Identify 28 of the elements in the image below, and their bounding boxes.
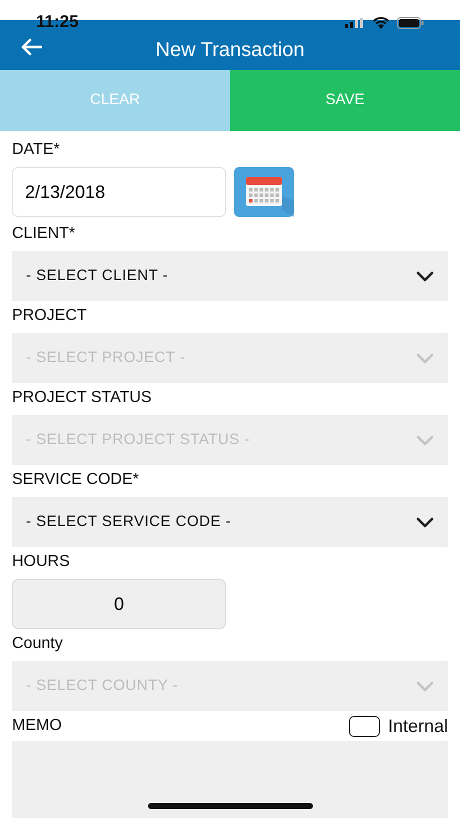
field-label: DATE* [12, 140, 61, 160]
select-field[interactable]: - SELECT SERVICE CODE - [12, 497, 448, 547]
wifi-icon [373, 17, 389, 29]
memo-field[interactable] [12, 741, 448, 818]
chevron-down-icon [416, 434, 434, 446]
select-field[interactable]: - SELECT CLIENT - [12, 251, 448, 301]
screen-title: New Transaction [156, 38, 304, 63]
field-label: County [12, 634, 64, 654]
chevron-down-icon [416, 270, 434, 282]
save-button[interactable]: SAVE [230, 70, 460, 131]
clear-button[interactable]: CLEAR [0, 70, 230, 131]
battery-icon [397, 17, 424, 29]
checkbox[interactable] [348, 716, 380, 736]
back-arrow-icon[interactable] [20, 38, 42, 56]
hours-field[interactable]: 0 [12, 579, 226, 629]
field-label: HOURS [12, 552, 71, 572]
signal-icon [345, 18, 365, 28]
date-field[interactable]: 2/13/2018 [12, 167, 226, 217]
field-label: PROJECT [12, 306, 88, 326]
field-label: MEMO [12, 716, 62, 736]
chevron-down-icon [416, 516, 434, 528]
calendar-button[interactable] [234, 167, 294, 217]
field-label: CLIENT* [12, 224, 76, 244]
checkbox-label: Internal [388, 714, 448, 738]
chevron-down-icon [416, 352, 434, 364]
field-label: SERVICE CODE* [12, 470, 140, 490]
field-label: PROJECT STATUS [12, 388, 153, 408]
chevron-down-icon [416, 680, 434, 692]
